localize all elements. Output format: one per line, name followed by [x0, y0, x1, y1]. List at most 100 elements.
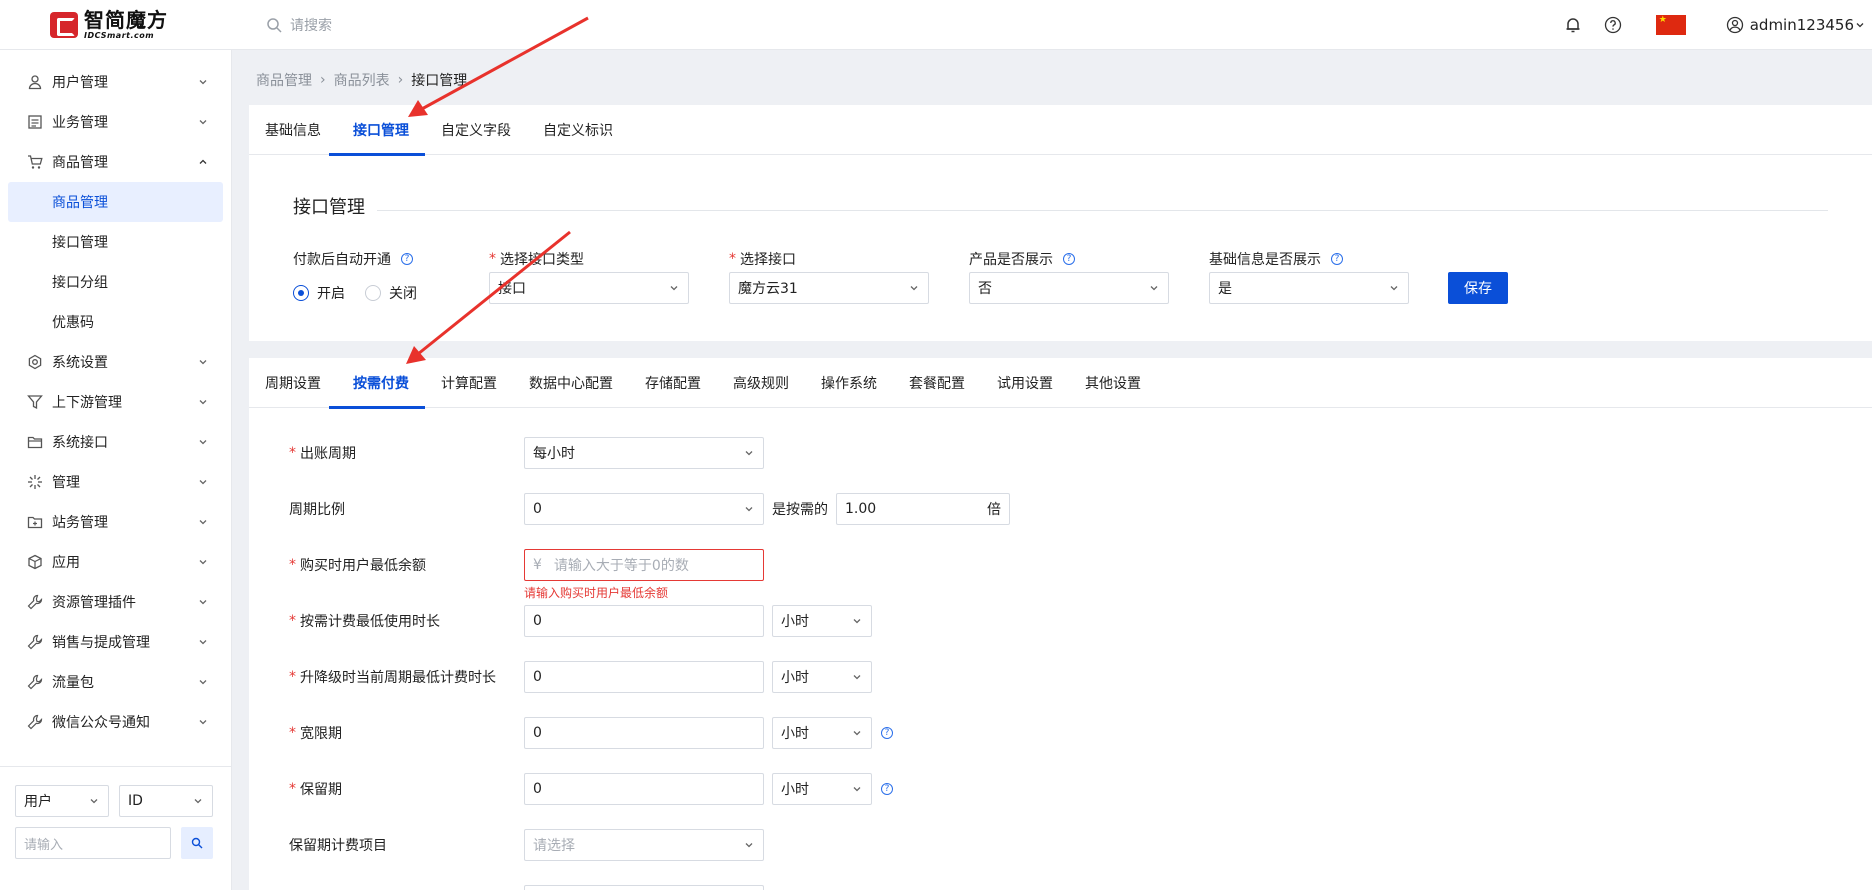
min-usage-label: * 按需计费最低使用时长	[289, 605, 440, 637]
radio-off[interactable]: 关闭	[365, 283, 417, 303]
retain-period-input[interactable]: 0	[524, 773, 764, 805]
sidebar-item-system-interface[interactable]: 系统接口	[0, 422, 231, 462]
radio-on[interactable]: 开启	[293, 283, 345, 303]
filter-type-select[interactable]: 用户	[15, 785, 109, 817]
filter-icon	[26, 393, 44, 411]
sidebar-menu: 用户管理 业务管理 商品管理 商品管理 接口管理 接口分组 优惠码 系统设置 上…	[0, 50, 231, 742]
sidebar-item-upstream[interactable]: 上下游管理	[0, 382, 231, 422]
ratio-multiplier-input[interactable]: 1.00 倍	[836, 493, 1010, 525]
billing-cycle-select[interactable]: 每小时	[524, 437, 764, 469]
logo[interactable]: 智简魔方 IDCSmart.com	[0, 0, 232, 50]
currency-prefix: ¥	[533, 557, 542, 573]
user-menu[interactable]: admin123456	[1726, 16, 1872, 34]
sidebar-item-system-settings[interactable]: 系统设置	[0, 342, 231, 382]
grace-unit-select[interactable]: 小时	[772, 717, 872, 749]
required-mark: *	[489, 251, 496, 267]
sidebar-item-apps[interactable]: 应用	[0, 542, 231, 582]
bell-icon[interactable]	[1562, 14, 1584, 36]
tab-on-demand[interactable]: 按需付费	[329, 358, 425, 409]
help-icon[interactable]: ?	[1063, 253, 1075, 265]
retain-items-select[interactable]: 请选择	[524, 829, 764, 861]
logo-text: 智简魔方	[84, 7, 168, 32]
tab-basic-info[interactable]: 基础信息	[265, 105, 337, 155]
save-button[interactable]: 保存	[1448, 272, 1508, 304]
help-icon[interactable]: ?	[881, 727, 893, 739]
retain-unit-select[interactable]: 小时	[772, 773, 872, 805]
tab-datacenter-config[interactable]: 数据中心配置	[529, 358, 629, 408]
chevron-down-icon	[853, 619, 861, 624]
min-usage-unit-select[interactable]: 小时	[772, 605, 872, 637]
sidebar-item-label: 接口分组	[52, 275, 108, 291]
grace-period-input[interactable]: 0	[524, 717, 764, 749]
sidebar-item-site-affairs[interactable]: 站务管理	[0, 502, 231, 542]
base-info-show-select[interactable]: 是	[1209, 272, 1409, 304]
wrench-icon	[26, 673, 44, 691]
global-search[interactable]: 请搜索	[266, 15, 332, 35]
tab-trial-settings[interactable]: 试用设置	[997, 358, 1069, 408]
section-title: 接口管理	[293, 193, 1828, 219]
help-icon[interactable]: ?	[881, 783, 893, 795]
tab-other-settings[interactable]: 其他设置	[1085, 358, 1157, 408]
min-usage-input[interactable]: 0	[524, 605, 764, 637]
tab-cycle-settings[interactable]: 周期设置	[265, 358, 337, 408]
sidebar-item-label: 站务管理	[52, 515, 108, 531]
product-show-value: 否	[978, 281, 992, 297]
min-balance-label: * 购买时用户最低余额	[289, 549, 426, 581]
sidebar-item-user[interactable]: 用户管理	[0, 62, 231, 102]
sidebar-item-business[interactable]: 业务管理	[0, 102, 231, 142]
upgrade-unit-select[interactable]: 小时	[772, 661, 872, 693]
help-icon[interactable]: ?	[1331, 253, 1343, 265]
chevron-down-icon	[853, 675, 861, 680]
filter-input-placeholder: 请输入	[24, 837, 64, 853]
tab-custom-identifiers[interactable]: 自定义标识	[543, 105, 629, 155]
min-balance-input[interactable]: ¥ 请输入大于等于0的数	[524, 549, 764, 581]
sidebar-item-label: 管理	[52, 475, 80, 491]
breadcrumb-separator-icon: ›	[397, 72, 404, 88]
filter-search-button[interactable]	[181, 827, 213, 859]
sidebar-item-resource-plugins[interactable]: 资源管理插件	[0, 582, 231, 622]
sidebar-subitem-coupon[interactable]: 优惠码	[0, 302, 231, 342]
interface-select[interactable]: 魔方云31	[729, 272, 929, 304]
tab-interface-management[interactable]: 接口管理	[329, 105, 425, 156]
tab-storage-config[interactable]: 存储配置	[645, 358, 717, 408]
tab-custom-fields[interactable]: 自定义字段	[441, 105, 527, 155]
china-flag-icon[interactable]	[1655, 15, 1686, 35]
filter-input[interactable]: 请输入	[15, 827, 171, 859]
sidebar-item-traffic-pack[interactable]: 流量包	[0, 662, 231, 702]
sidebar-item-wechat-notify[interactable]: 微信公众号通知	[0, 702, 231, 742]
breadcrumb-item[interactable]: 商品管理	[256, 70, 312, 90]
tab-os[interactable]: 操作系统	[821, 358, 893, 408]
sidebar-item-manage[interactable]: 管理	[0, 462, 231, 502]
sidebar-item-products[interactable]: 商品管理	[0, 142, 231, 182]
sidebar-item-label: 商品管理	[52, 155, 108, 171]
billing-cycle-value: 每小时	[533, 446, 575, 462]
upgrade-unit: 小时	[781, 670, 809, 686]
chevron-down-icon	[1856, 23, 1864, 28]
tab-compute-config[interactable]: 计算配置	[441, 358, 513, 408]
ratio-select[interactable]: 0	[524, 493, 764, 525]
retain-unit: 小时	[781, 782, 809, 798]
breadcrumb-item[interactable]: 商品列表	[334, 70, 390, 90]
upgrade-min-input[interactable]: 0	[524, 661, 764, 693]
sidebar-subitem-interface-group[interactable]: 接口分组	[0, 262, 231, 302]
interface-type-select[interactable]: 接口	[489, 272, 689, 304]
spark-icon	[26, 473, 44, 491]
tab-package-config[interactable]: 套餐配置	[909, 358, 981, 408]
chevron-down-icon	[1150, 286, 1158, 291]
help-icon[interactable]	[1602, 14, 1624, 36]
sidebar-subitem-interface-management[interactable]: 接口管理	[0, 222, 231, 262]
sidebar-subitem-product-management[interactable]: 商品管理	[8, 182, 223, 222]
filter-field-select[interactable]: ID	[119, 785, 213, 817]
folder-icon	[26, 433, 44, 451]
sidebar-item-sales-commission[interactable]: 销售与提成管理	[0, 622, 231, 662]
billing-cycle-label: * 出账周期	[289, 437, 356, 469]
chevron-down-icon	[745, 507, 753, 512]
min-balance-placeholder: 请输入大于等于0的数	[553, 558, 689, 574]
product-show-select[interactable]: 否	[969, 272, 1169, 304]
top-tabs: 基础信息 接口管理 自定义字段 自定义标识	[249, 105, 1872, 156]
interface-type-label: 选择接口类型	[500, 252, 584, 268]
tab-advanced-rules[interactable]: 高级规则	[733, 358, 805, 408]
retain-items-label-text: 保留期计费项目	[289, 838, 387, 854]
help-icon[interactable]: ?	[401, 253, 413, 265]
product-show-field: 产品是否展示?	[969, 249, 1075, 269]
